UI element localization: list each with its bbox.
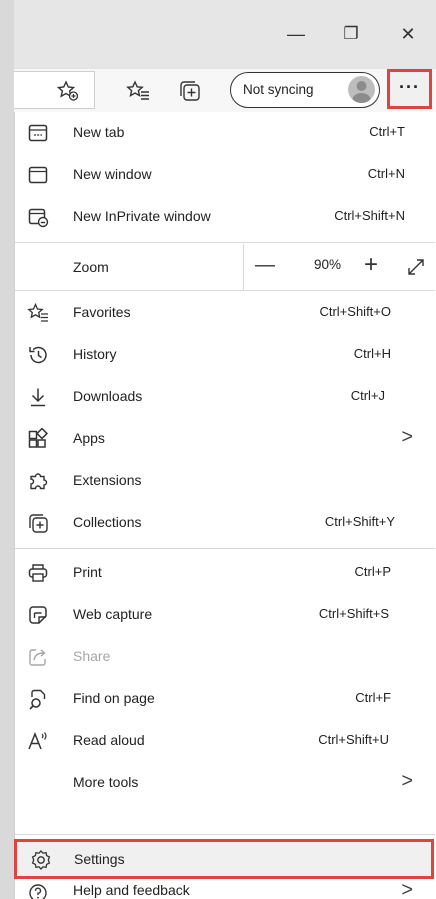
window-left-edge [0,0,14,899]
add-favorite-icon[interactable] [56,79,80,103]
menu-item-label: Web capture [73,606,153,622]
printer-icon [28,564,48,582]
menu-item-label: New tab [73,124,125,140]
menu-item-print[interactable]: Print Ctrl+P [15,552,435,592]
menu-separator [15,290,435,291]
menu-item-shortcut: Ctrl+H [353,346,391,361]
sync-status-label: Not syncing [243,82,314,97]
menu-item-new-tab[interactable]: New tab Ctrl+T [15,112,435,152]
menu-separator [15,548,435,549]
inprivate-icon [28,208,49,228]
menu-item-label: Settings [74,851,125,867]
menu-item-label: Print [73,564,102,580]
menu-item-shortcut: Ctrl+N [367,166,405,181]
close-button[interactable]: ✕ [390,18,426,50]
menu-item-label: Read aloud [73,732,145,748]
menu-item-label: History [73,346,117,362]
menu-item-label: Apps [73,430,105,446]
menu-separator [15,242,435,243]
menu-item-label: Extensions [73,472,142,488]
menu-item-find-on-page[interactable]: Find on page Ctrl+F [15,678,435,718]
new-tab-icon [28,124,48,142]
avatar [348,76,375,103]
favorites-icon [27,302,48,322]
address-bar[interactable] [14,71,95,109]
zoom-level: 90% [314,257,342,272]
menu-item-shortcut: Ctrl+Shift+U [318,732,389,747]
new-window-icon [28,166,48,184]
menu-item-label: Downloads [73,388,143,404]
menu-item-label: Share [73,648,111,664]
gear-icon [31,850,51,870]
menu-item-read-aloud[interactable]: Read aloud Ctrl+Shift+U [15,720,435,760]
menu-item-share: Share [15,636,435,676]
help-icon [29,884,47,899]
settings-menu: New tab Ctrl+T New window Ctrl+N New InP… [14,112,436,899]
chevron-right-icon: > [401,880,413,899]
menu-item-shortcut: Ctrl+Shift+Y [324,514,395,529]
menu-separator [15,834,435,835]
menu-item-collections[interactable]: Collections Ctrl+Shift+Y [15,502,435,542]
web-capture-icon [29,606,47,624]
menu-item-zoom: Zoom — 90% + [15,244,435,290]
menu-item-more-tools[interactable]: More tools > [15,762,435,802]
menu-item-shortcut: Ctrl+F [355,690,391,705]
zoom-in-button[interactable]: + [356,251,386,279]
menu-item-apps[interactable]: Apps > [15,418,435,458]
menu-item-label: Collections [73,514,142,530]
menu-item-shortcut: Ctrl+Shift+N [334,208,405,223]
fullscreen-icon[interactable] [406,257,426,277]
settings-and-more-button[interactable]: ··· [387,69,432,109]
menu-item-new-window[interactable]: New window Ctrl+N [15,154,435,194]
menu-item-label: More tools [73,774,139,790]
menu-item-history[interactable]: History Ctrl+H [15,334,435,374]
read-aloud-icon [28,731,47,750]
menu-item-label: New InPrivate window [73,208,211,224]
zoom-out-button[interactable]: — [250,254,280,277]
restore-button[interactable]: ❐ [333,18,369,50]
menu-item-label: Find on page [73,690,155,706]
find-on-page-icon [29,689,46,710]
menu-item-help-and-feedback[interactable]: Help and feedback > [15,880,435,899]
menu-item-downloads[interactable]: Downloads Ctrl+J [15,376,435,416]
menu-item-label: Favorites [73,304,131,320]
menu-item-shortcut: Ctrl+Shift+S [318,606,389,621]
menu-item-new-inprivate-window[interactable]: New InPrivate window Ctrl+Shift+N [15,196,435,236]
zoom-controls: — 90% + [243,244,436,290]
collections-icon[interactable] [178,79,202,103]
menu-item-extensions[interactable]: Extensions [15,460,435,500]
apps-icon [28,428,49,448]
title-bar: — ❐ ✕ [14,0,436,68]
chevron-right-icon: > [401,426,413,448]
menu-item-web-capture[interactable]: Web capture Ctrl+Shift+S [15,594,435,634]
person-icon [352,81,371,103]
share-icon [29,649,46,666]
extensions-icon [30,473,48,490]
zoom-label: Zoom [73,259,109,275]
menu-item-favorites[interactable]: Favorites Ctrl+Shift+O [15,292,435,332]
download-icon [31,388,45,407]
favorites-icon[interactable] [126,79,150,103]
menu-item-shortcut: Ctrl+J [350,388,385,403]
history-icon [29,346,47,364]
menu-item-label: Help and feedback [73,882,190,898]
menu-item-settings[interactable]: Settings [14,839,434,879]
minimize-button[interactable]: — [278,18,314,50]
menu-item-shortcut: Ctrl+T [369,124,405,139]
sync-profile-button[interactable]: Not syncing [230,72,380,108]
browser-toolbar: Not syncing ··· [14,68,436,113]
chevron-right-icon: > [401,770,413,792]
menu-item-label: New window [73,166,152,182]
menu-item-shortcut: Ctrl+P [354,564,391,579]
collections-icon [29,514,48,533]
menu-item-shortcut: Ctrl+Shift+O [319,304,391,319]
